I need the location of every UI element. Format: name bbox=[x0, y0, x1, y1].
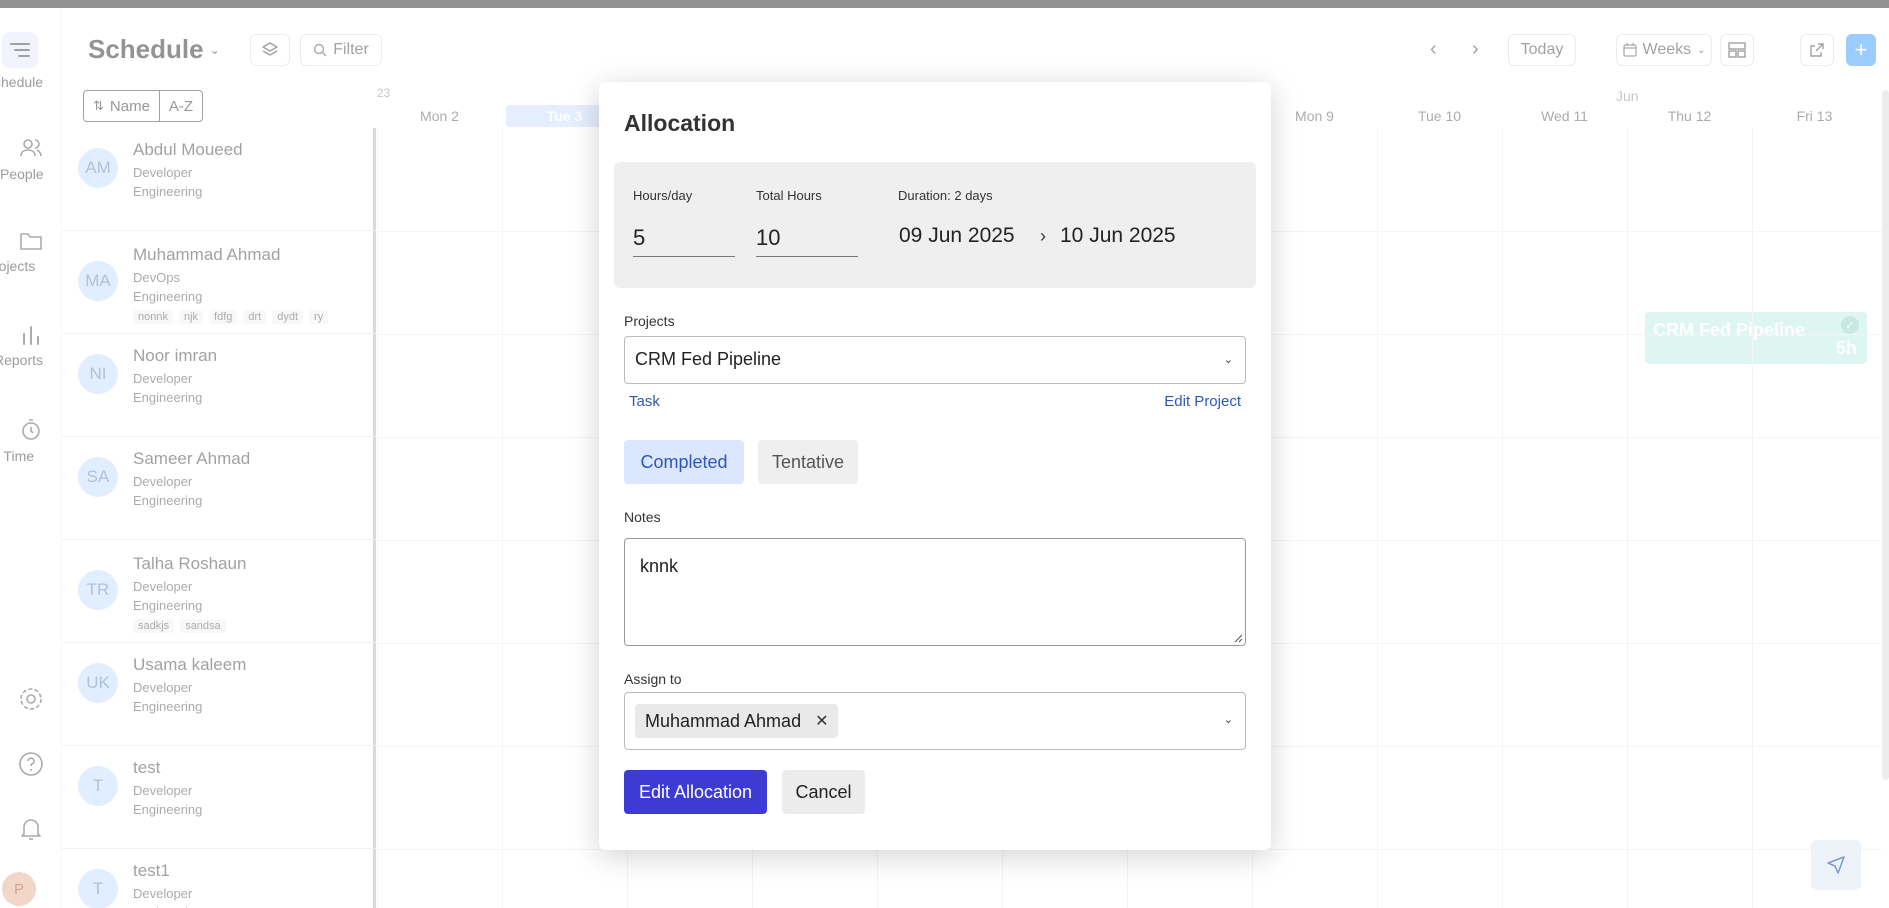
resize-handle-icon[interactable] bbox=[1233, 633, 1243, 643]
projects-label: Projects bbox=[624, 313, 675, 329]
notes-text: knnk bbox=[640, 556, 679, 576]
assignee-name: Muhammad Ahmad bbox=[645, 710, 802, 731]
total-hours-label: Total Hours bbox=[756, 188, 822, 203]
project-select[interactable]: CRM Fed Pipeline ⌄ bbox=[624, 336, 1246, 384]
notes-label: Notes bbox=[624, 509, 661, 525]
task-link[interactable]: Task bbox=[629, 393, 660, 410]
assignee-chip: Muhammad Ahmad ✕ bbox=[635, 704, 839, 738]
status-completed-button[interactable]: Completed bbox=[624, 440, 744, 484]
close-icon[interactable]: ✕ bbox=[815, 711, 828, 731]
modal-title: Allocation bbox=[624, 110, 736, 136]
start-date[interactable]: 09 Jun 2025 bbox=[899, 224, 1015, 248]
send-feedback-button[interactable] bbox=[1811, 840, 1861, 890]
edit-allocation-button[interactable]: Edit Allocation bbox=[624, 770, 767, 814]
edit-project-link[interactable]: Edit Project bbox=[1164, 393, 1241, 410]
duration-label: Duration: 2 days bbox=[898, 188, 993, 203]
assign-to-select[interactable]: Muhammad Ahmad ✕ ⌄ bbox=[624, 692, 1246, 750]
chevron-down-icon: ⌄ bbox=[1223, 354, 1233, 366]
hours-panel: Hours/day 5 Total Hours 10 Duration: 2 d… bbox=[614, 162, 1256, 288]
arrow-right-icon: › bbox=[1040, 226, 1046, 246]
end-date[interactable]: 10 Jun 2025 bbox=[1060, 224, 1176, 248]
assign-to-label: Assign to bbox=[624, 671, 682, 687]
total-hours-input[interactable]: 10 bbox=[756, 219, 858, 257]
status-tentative-button[interactable]: Tentative bbox=[758, 440, 858, 484]
notes-textarea[interactable]: knnk bbox=[624, 538, 1246, 646]
cancel-button[interactable]: Cancel bbox=[782, 770, 865, 814]
cursor-icon bbox=[1827, 856, 1845, 874]
project-select-value: CRM Fed Pipeline bbox=[635, 349, 782, 369]
chevron-down-icon: ⌄ bbox=[1223, 714, 1233, 726]
hours-per-day-input[interactable]: 5 bbox=[633, 219, 735, 257]
hours-per-day-label: Hours/day bbox=[633, 188, 693, 203]
allocation-modal: Allocation Hours/day 5 Total Hours 10 Du… bbox=[599, 82, 1271, 850]
